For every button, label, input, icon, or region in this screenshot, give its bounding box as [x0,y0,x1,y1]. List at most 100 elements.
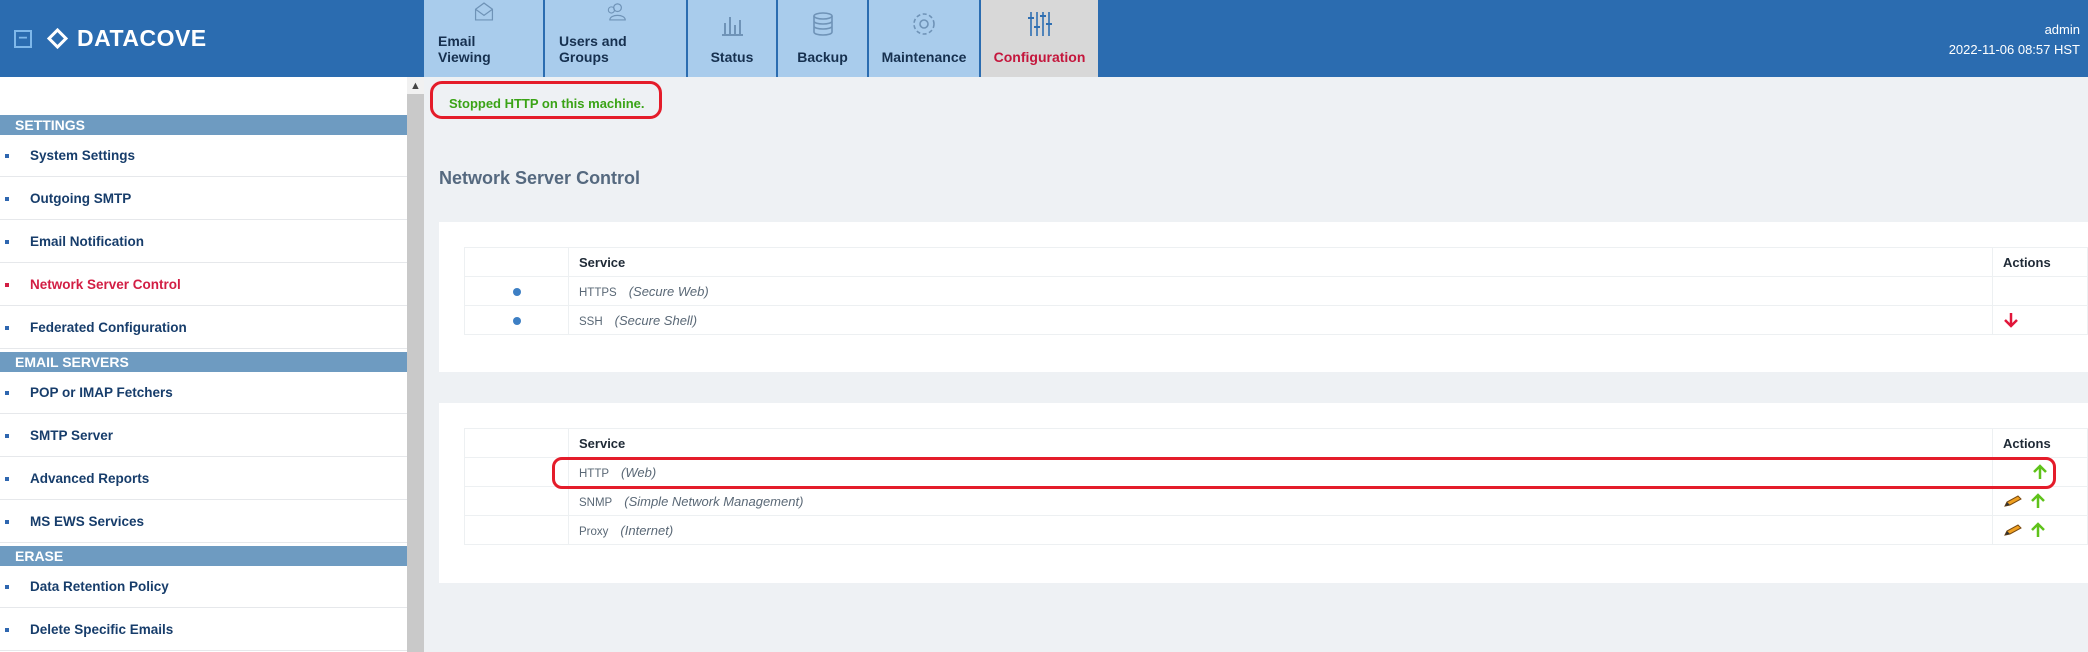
actions-cell [1992,305,2088,335]
header-actions: Actions [1992,428,2088,458]
status-cell [464,276,569,306]
bullet-icon [5,283,9,287]
sidebar-item-label: Federated Configuration [30,320,187,335]
sidebar-item-delete-specific-emails[interactable]: Delete Specific Emails [0,609,407,651]
sidebar-item-label: Email Notification [30,234,145,249]
sidebar-item-label: Delete Specific Emails [30,622,174,637]
sidebar-item-outgoing-smtp[interactable]: Outgoing SMTP [0,178,407,220]
sidebar: SETTINGS System Settings Outgoing SMTP E… [0,77,407,652]
status-cell [464,305,569,335]
service-cell: Proxy (Internet) [568,515,1993,545]
service-desc: (Web) [621,464,657,480]
service-desc: (Secure Shell) [614,312,698,328]
service-desc: (Secure Web) [628,283,709,299]
section-settings: SETTINGS [0,115,407,135]
running-services-table: Service Actions HTTPS (Secure Web) SSH (Se… [464,247,2088,335]
header-service: Service [568,428,1993,458]
datacove-logo[interactable]: DATACOVE [46,25,207,52]
stop-arrow-icon[interactable] [2003,311,2019,329]
stopped-services-table: Service Actions HTTP (Web) SNMP (Simple Ne… [464,428,2088,545]
tab-users-and-groups[interactable]: Users and Groups [545,0,686,77]
bullet-icon [5,197,9,201]
start-arrow-icon[interactable] [2032,463,2048,481]
edit-pencil-icon[interactable] [2003,494,2023,508]
bullet-icon [5,326,9,330]
section-email-servers: EMAIL SERVERS [0,352,407,372]
table-header-row: Service Actions [464,247,2088,277]
sidebar-item-ms-ews-services[interactable]: MS EWS Services [0,501,407,543]
tab-status[interactable]: Status [688,0,776,77]
tab-label: Configuration [993,49,1086,65]
tab-maintenance[interactable]: Maintenance [869,0,979,77]
sidebar-item-label: Advanced Reports [30,471,150,486]
users-icon [607,3,626,21]
sidebar-item-federated-configuration[interactable]: Federated Configuration [0,307,407,349]
current-datetime: 2022-11-06 08:57 HST [1948,42,2080,57]
sidebar-item-pop-imap-fetchers[interactable]: POP or IMAP Fetchers [0,372,407,414]
database-icon [812,12,833,36]
collapse-sidebar-button[interactable]: − [14,29,32,48]
tab-configuration[interactable]: Configuration [981,0,1098,77]
tab-label: Email Viewing [438,33,491,65]
sidebar-item-label: MS EWS Services [30,514,145,529]
actions-cell [1992,276,2088,306]
tab-email-viewing[interactable]: Email Viewing [424,0,543,77]
sidebar-item-smtp-server[interactable]: SMTP Server [0,415,407,457]
bullet-icon [5,477,9,481]
header-icon-col [464,247,569,277]
start-arrow-icon[interactable] [2030,521,2046,539]
edit-pencil-icon[interactable] [2003,523,2023,537]
sidebar-scrollbar[interactable]: ▲ [407,77,424,652]
sidebar-item-network-server-control[interactable]: Network Server Control [0,264,407,306]
service-name: SSH [579,315,603,328]
status-cell [464,486,569,516]
bullet-icon [5,628,9,632]
bullet-icon [5,154,9,158]
service-desc: (Internet) [620,522,674,538]
status-cell [464,457,569,487]
scroll-up-icon[interactable]: ▲ [407,77,424,94]
tab-label: Status [710,49,754,65]
section-erase: ERASE [0,546,407,566]
header-icon-col [464,428,569,458]
top-header: − DATACOVE Email Viewing Users and Group… [0,0,2088,77]
service-cell: SNMP (Simple Network Management) [568,486,1993,516]
main-tabs: Email Viewing Users and Groups Status Ba… [424,0,1100,77]
tab-backup[interactable]: Backup [778,0,867,77]
bullet-icon [5,240,9,244]
gear-icon [913,13,935,35]
sidebar-item-advanced-reports[interactable]: Advanced Reports [0,458,407,500]
sidebar-item-email-notification[interactable]: Email Notification [0,221,407,263]
service-cell: HTTP (Web) [568,457,1993,487]
service-status-icon [512,317,521,325]
envelope-icon [474,2,493,21]
bullet-icon [5,520,9,524]
sidebar-item-system-settings[interactable]: System Settings [0,135,407,177]
header-service: Service [568,247,1993,277]
table-row: HTTP (Web) [464,457,2088,487]
sidebar-item-label: Outgoing SMTP [30,191,132,206]
sidebar-item-label: System Settings [30,148,136,163]
actions-cell [1992,486,2088,516]
actions-cell [1992,457,2088,487]
table-header-row: Service Actions [464,428,2088,458]
sidebar-item-data-retention-policy[interactable]: Data Retention Policy [0,566,407,608]
service-desc: (Simple Network Management) [624,493,804,509]
username[interactable]: admin [1949,20,2080,40]
brand-name: DATACOVE [77,25,207,51]
service-cell: HTTPS (Secure Web) [568,276,1993,306]
bullet-icon [5,391,9,395]
page-title: Network Server Control [439,168,641,188]
diamond-logo-icon [46,27,69,50]
table-row: SSH (Secure Shell) [464,305,2088,335]
table-row: Proxy (Internet) [464,515,2088,545]
tab-label: Maintenance [881,49,967,65]
service-name: Proxy [579,525,609,538]
sidebar-item-label: POP or IMAP Fetchers [30,385,173,400]
start-arrow-icon[interactable] [2030,492,2046,510]
main-content: Stopped HTTP on this machine. Network Se… [424,77,2088,652]
running-services-panel: Service Actions HTTPS (Secure Web) SSH (Se… [439,222,2088,372]
highlight-annotation [430,81,662,119]
sidebar-item-label: SMTP Server [30,428,114,443]
service-name: HTTP [579,467,610,480]
